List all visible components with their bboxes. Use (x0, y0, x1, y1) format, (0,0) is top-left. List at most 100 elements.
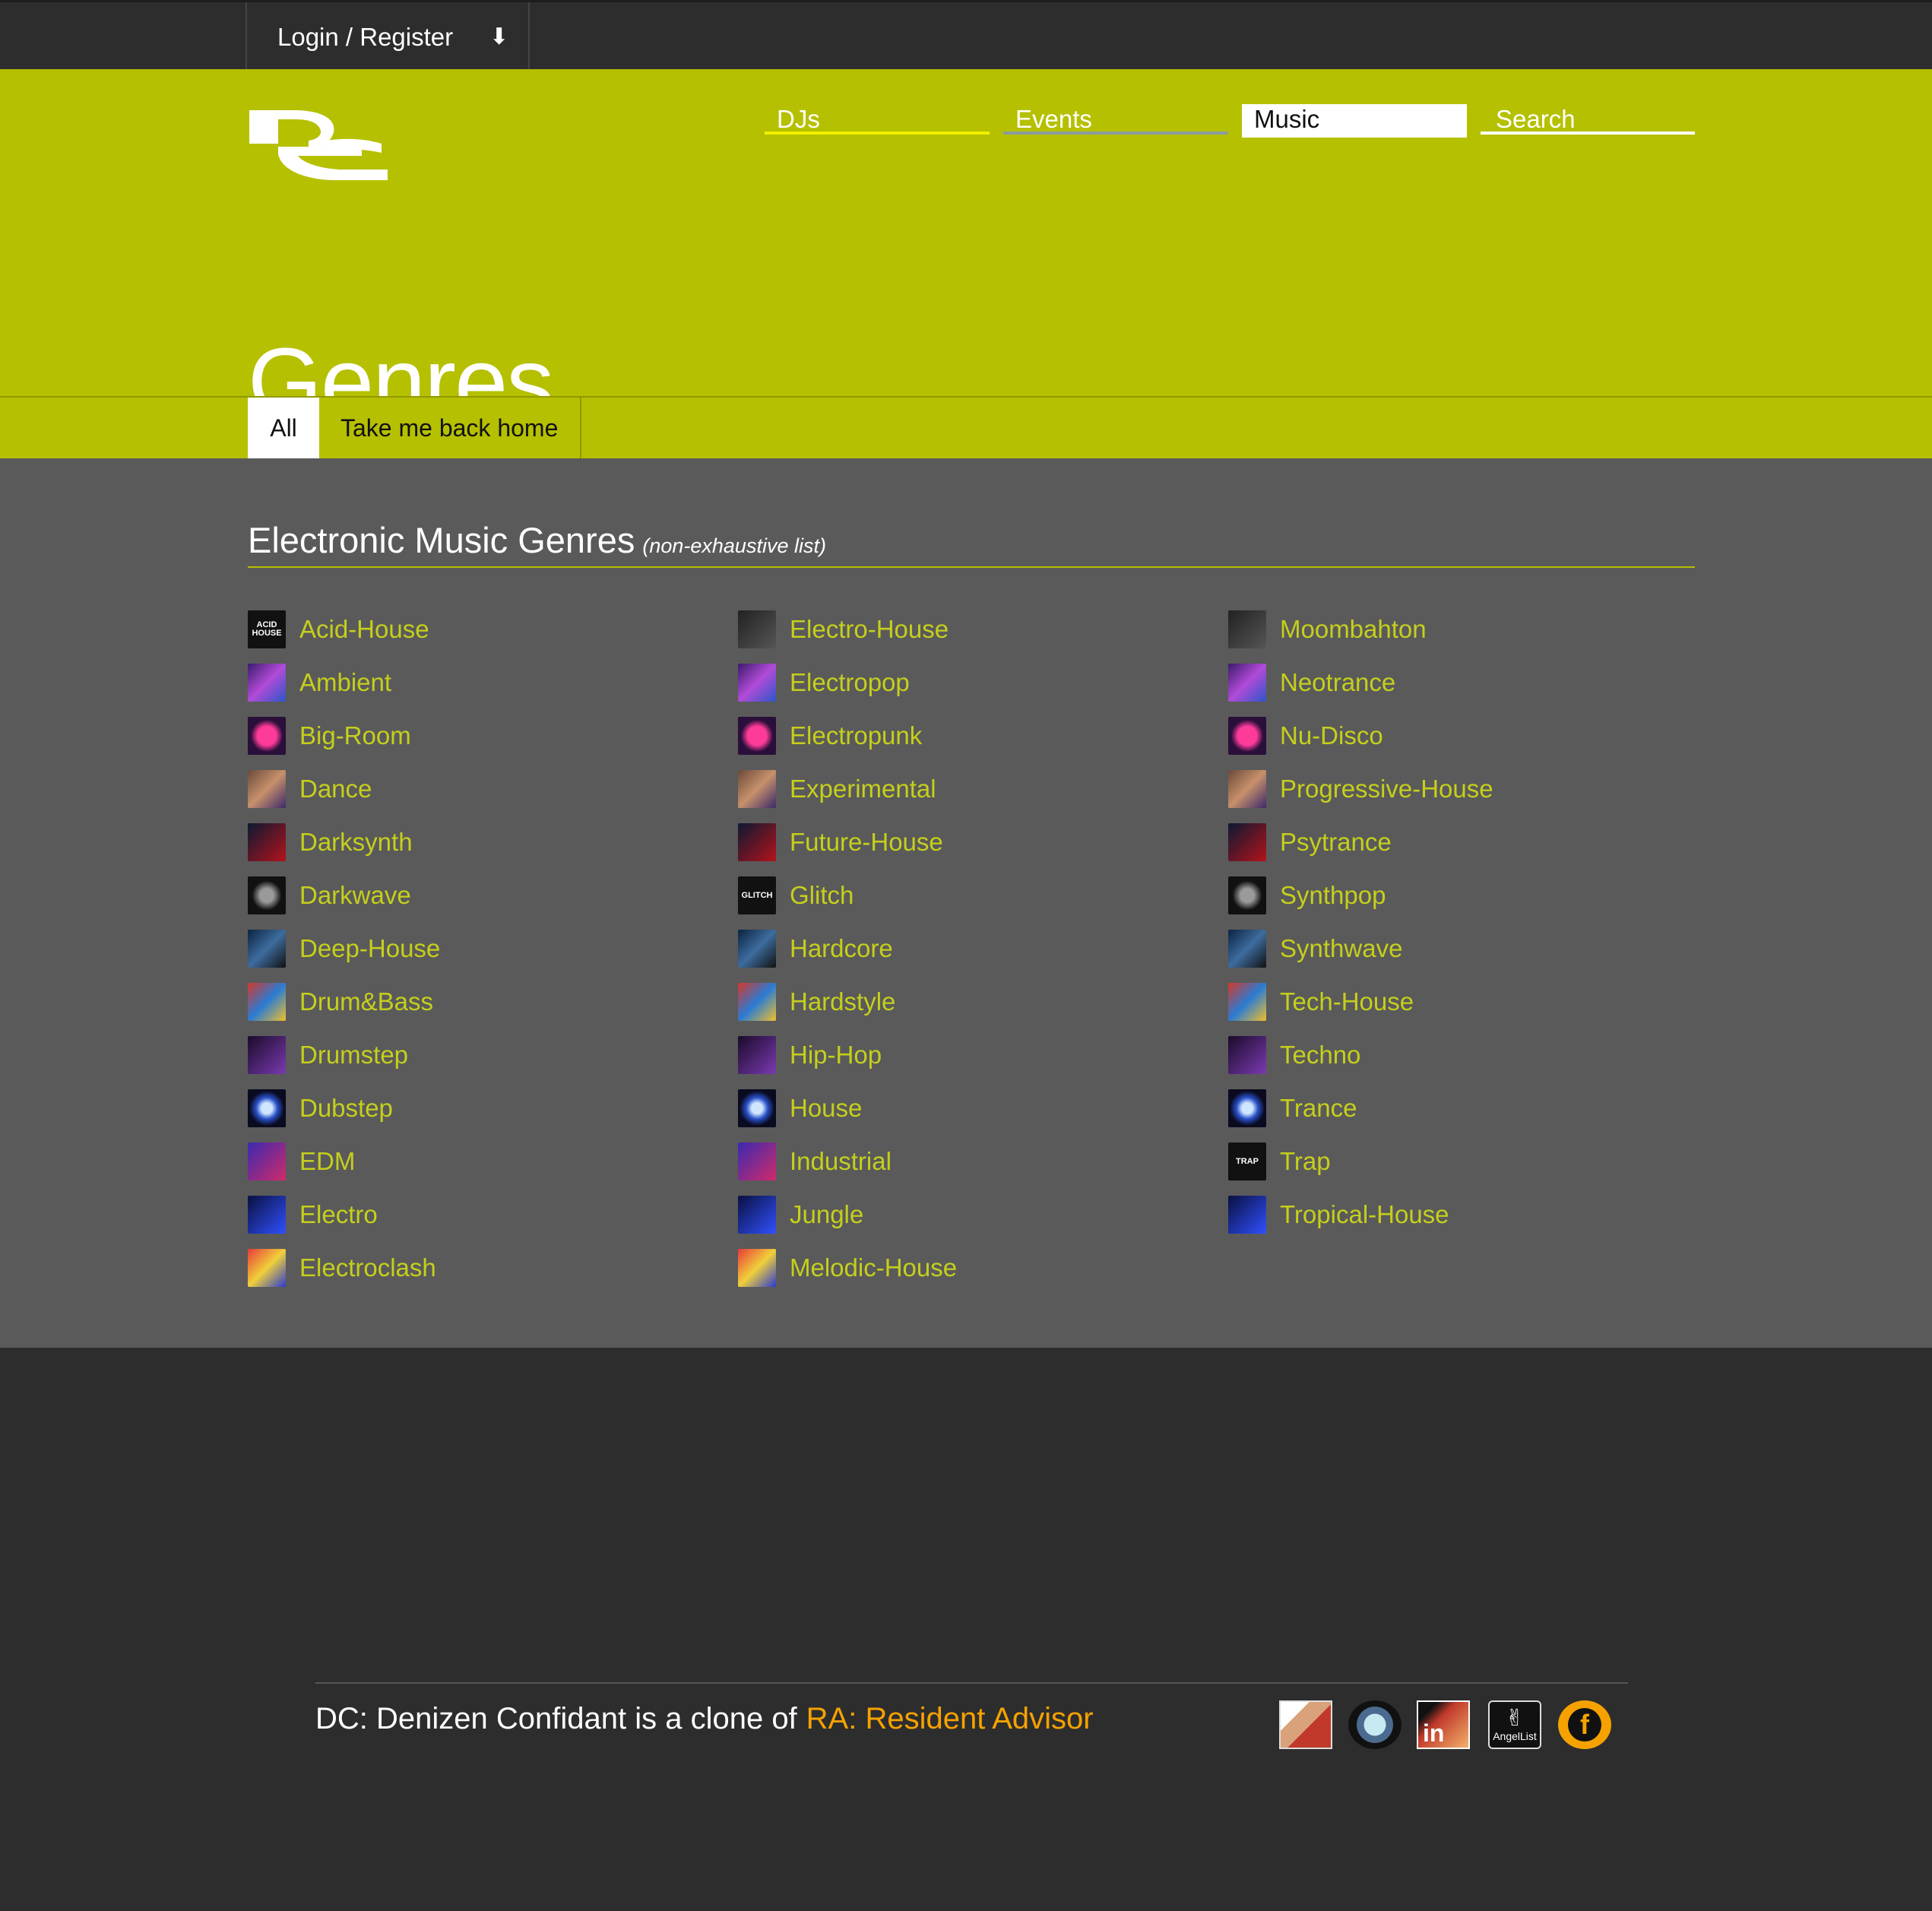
genre-label: Hardstyle (790, 987, 896, 1016)
genre-label: Glitch (790, 881, 854, 909)
genre-link-electro-house[interactable]: Electro-House (738, 610, 949, 648)
genre-link-deep-house[interactable]: Deep-House (248, 930, 440, 968)
genre-label: Drum&Bass (299, 987, 434, 1016)
genre-link-electropunk[interactable]: Electropunk (738, 717, 922, 755)
section-subtitle: (non-exhaustive list) (642, 534, 826, 557)
genre-link-melodic-house[interactable]: Melodic-House (738, 1249, 957, 1287)
genre-thumbnail-icon (248, 983, 286, 1021)
genre-link-darksynth[interactable]: Darksynth (248, 823, 413, 861)
genre-link-nu-disco[interactable]: Nu-Disco (1228, 717, 1383, 755)
genre-label: Electropunk (790, 721, 923, 750)
top-bar: Login / Register ⬇ (0, 0, 1932, 71)
genre-link-electropop[interactable]: Electropop (738, 664, 910, 702)
genre-label: Jungle (790, 1200, 864, 1228)
genre-thumbnail-icon (1228, 1196, 1266, 1234)
genre-link-big-room[interactable]: Big-Room (248, 717, 411, 755)
genre-label: Psytrance (1280, 828, 1392, 856)
genre-link-acid-house[interactable]: ACID HOUSE Acid-House (248, 610, 429, 648)
nav-events[interactable]: Events (1003, 104, 1228, 135)
linkedin-icon-text: in (1423, 1719, 1445, 1747)
genre-link-dance[interactable]: Dance (248, 770, 372, 808)
genre-link-drum-bass[interactable]: Drum&Bass (248, 983, 433, 1021)
genre-thumbnail-icon (738, 770, 776, 808)
section-heading: Electronic Music Genres (non-exhaustive l… (248, 519, 1695, 568)
genre-link-hip-hop[interactable]: Hip-Hop (738, 1036, 882, 1074)
footer-text: DC: Denizen Confidant is a clone of (315, 1702, 797, 1735)
genre-label: Ambient (299, 668, 392, 696)
genre-link-trance[interactable]: Trance (1228, 1089, 1357, 1127)
genre-label: Hip-Hop (790, 1041, 882, 1069)
genre-link-moombahton[interactable]: Moombahton (1228, 610, 1427, 648)
site-logo-icon[interactable] (248, 109, 388, 182)
genre-thumbnail-icon (248, 1196, 286, 1234)
angellist-icon[interactable]: ✌ AngelList (1488, 1700, 1541, 1749)
genre-link-tech-house[interactable]: Tech-House (1228, 983, 1414, 1021)
genre-link-techno[interactable]: Techno (1228, 1036, 1360, 1074)
genre-link-future-house[interactable]: Future-House (738, 823, 943, 861)
genre-link-ambient[interactable]: Ambient (248, 664, 391, 702)
genre-label: Hardcore (790, 934, 893, 962)
genre-label: Darksynth (299, 828, 413, 856)
genre-thumbnail-icon (1228, 770, 1266, 808)
genre-thumbnail-icon (738, 610, 776, 648)
section-title: Electronic Music Genres (248, 520, 635, 560)
angellist-label: AngelList (1493, 1730, 1537, 1742)
globe-icon[interactable] (1348, 1700, 1401, 1749)
genre-thumbnail-icon (1228, 876, 1266, 914)
genre-link-tropical-house[interactable]: Tropical-House (1228, 1196, 1449, 1234)
genre-thumbnail-icon: ACID HOUSE (248, 610, 286, 648)
login-register-button[interactable]: Login / Register ⬇ (245, 2, 530, 71)
genre-thumbnail-icon (738, 1036, 776, 1074)
genre-link-synthwave[interactable]: Synthwave (1228, 930, 1402, 968)
genre-thumbnail-icon (738, 930, 776, 968)
genre-label: House (790, 1094, 863, 1122)
genre-thumbnail-icon (248, 876, 286, 914)
genre-link-dubstep[interactable]: Dubstep (248, 1089, 393, 1127)
genres-section: Electronic Music Genres (non-exhaustive l… (0, 458, 1932, 1348)
genre-link-drumstep[interactable]: Drumstep (248, 1036, 408, 1074)
genre-thumbnail-icon (738, 823, 776, 861)
profile-photo-icon[interactable] (1279, 1700, 1332, 1749)
genre-link-house[interactable]: House (738, 1089, 862, 1127)
genre-thumbnail-icon (248, 770, 286, 808)
genre-label: Dance (299, 775, 372, 803)
genre-link-electroclash[interactable]: Electroclash (248, 1249, 436, 1287)
download-arrow-icon: ⬇ (489, 24, 509, 49)
genre-link-darkwave[interactable]: Darkwave (248, 876, 411, 914)
genre-thumbnail-icon (248, 1089, 286, 1127)
tab-all[interactable]: All (248, 398, 319, 458)
genre-link-synthpop[interactable]: Synthpop (1228, 876, 1386, 914)
genre-link-neotrance[interactable]: Neotrance (1228, 664, 1395, 702)
genre-link-experimental[interactable]: Experimental (738, 770, 936, 808)
resident-advisor-link[interactable]: RA: Resident Advisor (806, 1702, 1094, 1735)
genre-link-edm[interactable]: EDM (248, 1142, 355, 1181)
nav-search[interactable]: Search (1481, 104, 1695, 135)
genre-label: Neotrance (1280, 668, 1396, 696)
genre-link-progressive-house[interactable]: Progressive-House (1228, 770, 1493, 808)
genre-link-hardcore[interactable]: Hardcore (738, 930, 893, 968)
genre-label: Electro (299, 1200, 378, 1228)
genre-label: Trance (1280, 1094, 1357, 1122)
genre-label: Progressive-House (1280, 775, 1493, 803)
genre-link-hardstyle[interactable]: Hardstyle (738, 983, 895, 1021)
genre-thumbnail-icon (1228, 930, 1266, 968)
genre-link-industrial[interactable]: Industrial (738, 1142, 892, 1181)
genre-thumbnail-icon (1228, 610, 1266, 648)
genre-thumbnail-icon: TRAP (1228, 1142, 1266, 1181)
genre-label: Synthpop (1280, 881, 1386, 909)
footer-credit: DC: Denizen Confidant is a clone of RA: R… (315, 1702, 1094, 1736)
genre-link-glitch[interactable]: GLITCH Glitch (738, 876, 854, 914)
angellist-glyph: ✌ (1505, 1706, 1525, 1731)
genre-thumbnail-icon (738, 664, 776, 702)
facebook-icon[interactable]: f (1558, 1700, 1611, 1749)
linkedin-icon[interactable]: in (1417, 1700, 1470, 1749)
tab-take-me-back-home[interactable]: Take me back home (319, 398, 581, 458)
genre-link-jungle[interactable]: Jungle (738, 1196, 863, 1234)
genre-thumbnail-icon (1228, 1089, 1266, 1127)
genre-label: Tropical-House (1280, 1200, 1449, 1228)
genre-link-psytrance[interactable]: Psytrance (1228, 823, 1392, 861)
genre-link-electro[interactable]: Electro (248, 1196, 378, 1234)
nav-music[interactable]: Music (1242, 104, 1467, 138)
nav-djs[interactable]: DJs (765, 104, 990, 135)
genre-link-trap[interactable]: TRAP Trap (1228, 1142, 1331, 1181)
